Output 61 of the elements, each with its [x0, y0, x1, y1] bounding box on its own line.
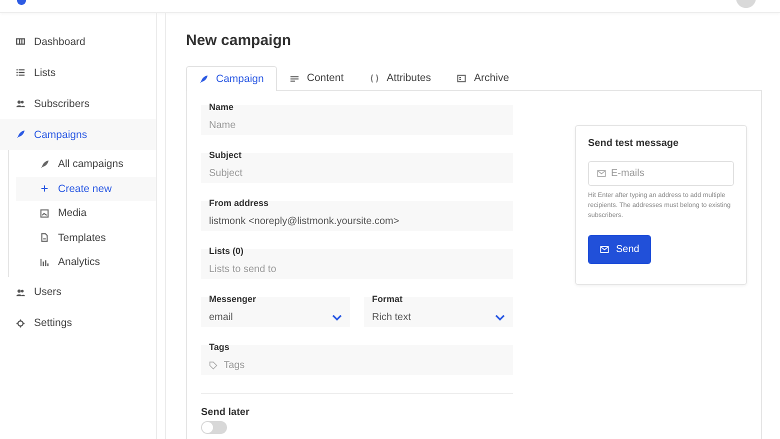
braces-icon	[370, 74, 379, 82]
sidebar-subitem[interactable]: Templates	[16, 226, 156, 250]
select-field[interactable]: Rich text	[372, 307, 505, 327]
input-field[interactable]: Subject	[209, 168, 505, 178]
field-label: From address	[209, 198, 270, 208]
input-field[interactable]: Name	[209, 120, 505, 130]
file-icon	[40, 233, 49, 242]
form-field[interactable]: Tags Tags	[201, 345, 513, 375]
plus-icon	[40, 184, 49, 194]
form-field[interactable]: Name Name	[201, 105, 513, 135]
tag-icon	[209, 360, 218, 370]
sidebar-item[interactable]: Settings	[0, 308, 156, 338]
form-field[interactable]: Format Rich text	[364, 297, 513, 327]
field-label: Format	[372, 294, 404, 304]
tags-field[interactable]: Tags	[224, 360, 505, 370]
lists-icon	[16, 68, 25, 77]
sidebar-item[interactable]: Users	[0, 276, 156, 308]
input-field[interactable]: Lists to send to	[209, 264, 505, 274]
sidebar-item[interactable]: Campaigns	[0, 119, 156, 150]
image-icon	[40, 208, 49, 218]
sidebar-subitem[interactable]: Analytics	[16, 250, 156, 274]
form-field[interactable]: Messenger email	[201, 297, 350, 327]
form-field[interactable]: From address listmonk <noreply@listmonk.yoursite.com>	[201, 201, 513, 231]
users-icon	[16, 99, 25, 108]
sidebar-subitem[interactable]: Media	[16, 201, 156, 226]
send-later-label: Send later	[201, 407, 250, 418]
card-title: Send test message	[588, 138, 680, 149]
field-label: Tags	[209, 342, 230, 352]
avatar-icon[interactable]	[736, 0, 756, 8]
select-field[interactable]: email	[209, 307, 342, 327]
tab[interactable]: Archive	[444, 65, 522, 90]
chevron-down-icon	[332, 314, 342, 320]
sidebar-item[interactable]: Dashboard	[0, 26, 156, 57]
lines-icon	[290, 74, 299, 82]
sidebar-subitem[interactable]: Create new	[16, 176, 156, 201]
field-label: Name	[209, 102, 235, 112]
form-field[interactable]: Lists (0) Lists to send to	[201, 249, 513, 279]
sidebar-item[interactable]: Subscribers	[0, 88, 156, 119]
sidebar-subitem[interactable]: All campaigns	[16, 152, 156, 176]
settings-icon	[16, 318, 25, 328]
tab[interactable]: Campaign	[186, 66, 277, 91]
form-field[interactable]: Subject Subject	[201, 153, 513, 183]
mail-icon	[600, 246, 609, 253]
tab[interactable]: Content	[276, 65, 357, 90]
chevron-down-icon	[495, 314, 505, 320]
logo-icon	[17, 0, 26, 5]
send-button[interactable]: Send	[588, 235, 652, 264]
tab[interactable]: Attributes	[356, 65, 444, 90]
archive-icon	[457, 74, 466, 82]
envelope-icon	[597, 170, 606, 177]
field-label: Subject	[209, 150, 243, 160]
toggle-switch[interactable]	[201, 421, 227, 434]
users-icon	[16, 288, 25, 296]
page-title: New campaign	[186, 31, 292, 51]
field-label: Messenger	[209, 294, 258, 304]
recipients-field[interactable]: E-mails	[588, 161, 734, 186]
sidebar-item[interactable]: Lists	[0, 57, 156, 88]
field-label: Lists (0)	[209, 246, 245, 256]
input-field[interactable]: listmonk <noreply@listmonk.yoursite.com>	[209, 216, 505, 226]
chart-icon	[40, 258, 49, 267]
dashboard-icon	[16, 37, 25, 46]
